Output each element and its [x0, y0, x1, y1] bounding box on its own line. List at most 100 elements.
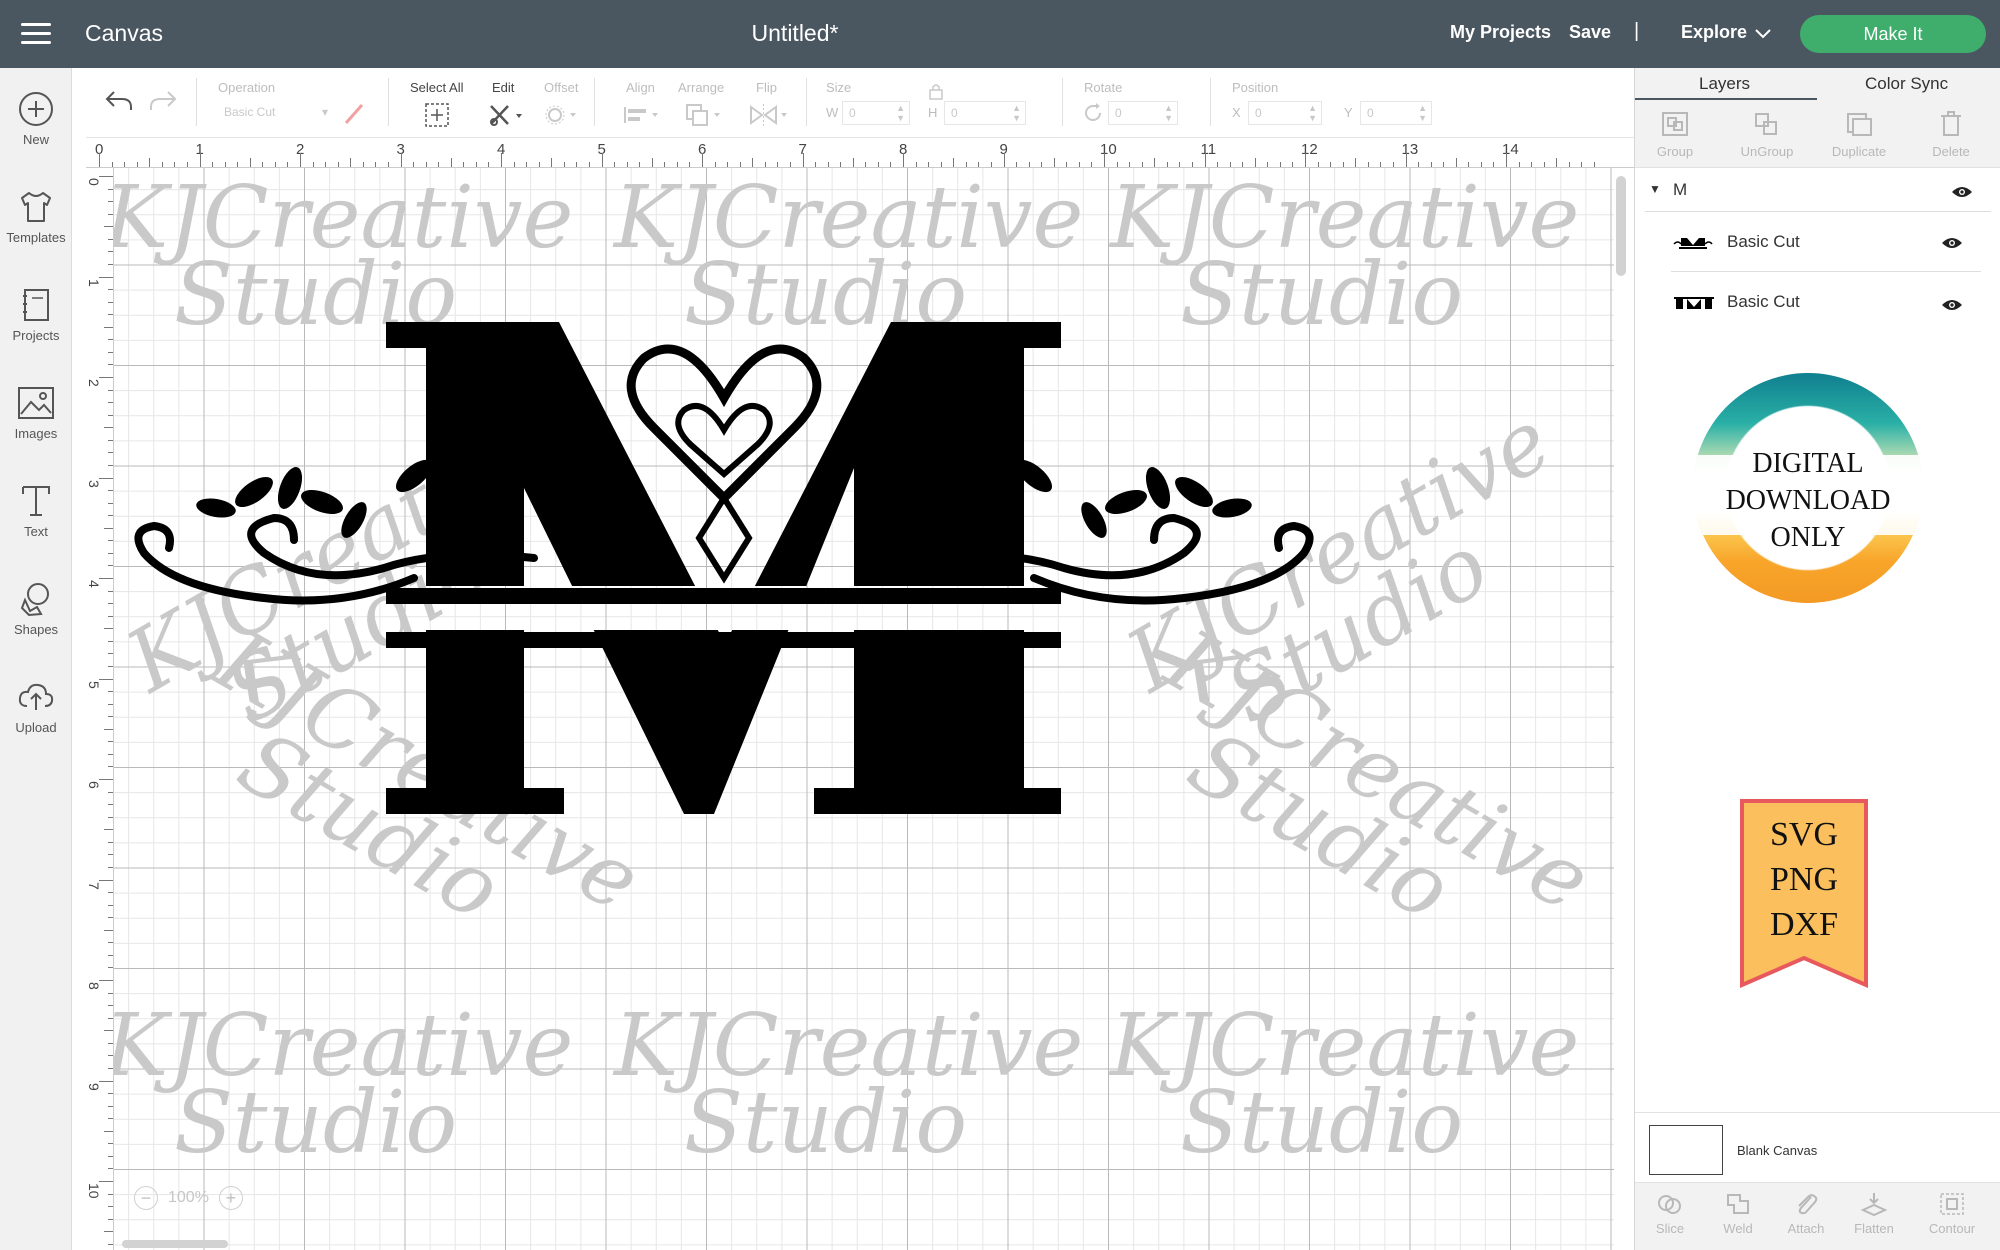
ruler-tick	[1367, 162, 1369, 167]
zoom-in-button[interactable]: +	[218, 1186, 243, 1210]
delete-button[interactable]: Delete	[1911, 100, 1991, 159]
split-monogram-artwork[interactable]	[114, 168, 1614, 1250]
ruler-tick	[108, 1055, 113, 1057]
sidebar-item-upload[interactable]: Upload	[0, 678, 72, 764]
align-icon[interactable]	[622, 104, 662, 126]
duplicate-button[interactable]: Duplicate	[1819, 100, 1899, 159]
ruler-tick	[108, 703, 113, 705]
eye-icon[interactable]	[1941, 236, 1963, 250]
flatten-button[interactable]: Flatten	[1839, 1183, 1909, 1236]
pen-color-icon[interactable]	[342, 100, 366, 126]
flip-icon[interactable]	[748, 102, 792, 128]
stepper-icon: ▲ ▼	[1418, 103, 1427, 123]
ruler-tick	[764, 162, 766, 167]
layer-row[interactable]: Basic Cut	[1671, 274, 1981, 332]
sidebar-item-images[interactable]: Images	[0, 384, 72, 470]
sidebar-item-projects[interactable]: Projects	[0, 286, 72, 372]
design-canvas[interactable]: KJCreative Studio KJCreative Studio KJCrea…	[114, 168, 1614, 1250]
explore-menu[interactable]: Explore	[1681, 22, 1747, 43]
offset-label: Offset	[544, 80, 579, 95]
attach-label: Attach	[1787, 1221, 1825, 1236]
group-button[interactable]: Group	[1635, 100, 1715, 159]
ruler-tick	[108, 854, 113, 856]
ruler-tick	[877, 162, 879, 167]
undo-icon[interactable]	[104, 88, 134, 114]
sidebar-item-new[interactable]: New	[0, 90, 72, 176]
my-projects-link[interactable]: My Projects	[1450, 22, 1551, 43]
split-bar-top	[386, 588, 1061, 604]
rotate-icon[interactable]	[1082, 102, 1104, 124]
contour-icon	[1940, 1193, 1964, 1215]
attach-button[interactable]: Attach	[1771, 1183, 1841, 1236]
y-input[interactable]: 0 ▲ ▼	[1360, 101, 1432, 125]
chevron-down-icon[interactable]	[1753, 24, 1773, 44]
sidebar-item-shapes[interactable]: Shapes	[0, 580, 72, 666]
ruler-tick	[1191, 162, 1193, 167]
contour-button[interactable]: Contour	[1917, 1183, 1987, 1236]
ruler-label: 9	[86, 1082, 102, 1091]
slice-button[interactable]: Slice	[1635, 1183, 1705, 1236]
offset-icon[interactable]	[544, 104, 582, 126]
layer-name: Basic Cut	[1727, 292, 1800, 311]
rotate-input[interactable]: 0 ▲ ▼	[1108, 101, 1178, 125]
layer-group-row[interactable]: ▼ M	[1645, 172, 1991, 212]
operation-select[interactable]: Basic Cut ▾	[218, 101, 334, 125]
ruler-tick	[104, 427, 113, 429]
layer-row[interactable]: Basic Cut	[1671, 214, 1981, 272]
ruler-tick	[108, 502, 113, 504]
ruler-tick	[1581, 162, 1583, 167]
lock-icon[interactable]	[928, 82, 944, 100]
zoom-out-button[interactable]: −	[134, 1186, 158, 1210]
ruler-tick	[425, 162, 427, 167]
operation-label: Operation	[218, 80, 276, 95]
weld-button[interactable]: Weld	[1703, 1183, 1773, 1236]
vertical-scrollbar[interactable]	[1616, 176, 1626, 276]
ungroup-button[interactable]: UnGroup	[1727, 100, 1807, 159]
make-it-button[interactable]: Make It	[1800, 15, 1986, 53]
ruler-label: 12	[1301, 141, 1318, 158]
tab-color-sync[interactable]: Color Sync	[1865, 74, 1948, 94]
x-input[interactable]: 0 ▲ ▼	[1248, 101, 1322, 125]
horizontal-scrollbar[interactable]	[122, 1240, 228, 1248]
shapes-icon	[20, 583, 49, 617]
arrange-icon[interactable]	[684, 102, 724, 128]
ruler-tick	[104, 1130, 113, 1132]
ruler-tick	[915, 162, 917, 167]
align-label: Align	[626, 80, 655, 95]
select-all-icon[interactable]	[424, 102, 450, 128]
ruler-tick	[108, 389, 113, 391]
eye-icon[interactable]	[1951, 185, 1973, 199]
height-input[interactable]: 0 ▲ ▼	[944, 101, 1026, 125]
stepper-icon: ▲ ▼	[1308, 103, 1317, 123]
ruler-tick	[1279, 162, 1281, 167]
save-button[interactable]: Save	[1569, 22, 1611, 43]
sidebar-item-text[interactable]: Text	[0, 482, 72, 568]
ruler-tick	[1141, 162, 1143, 167]
ruler-tick	[108, 314, 113, 316]
ruler-tick	[237, 162, 239, 167]
ruler-tick	[99, 980, 113, 981]
tab-layers[interactable]: Layers	[1699, 74, 1750, 94]
ruler-tick	[224, 162, 226, 167]
ruler-tick	[1204, 153, 1206, 167]
ruler-tick	[108, 1143, 113, 1145]
ruler-tick	[526, 162, 528, 167]
zoom-level: 100%	[168, 1189, 209, 1206]
redo-icon[interactable]	[148, 88, 178, 114]
ruler-tick	[1028, 162, 1030, 167]
ruler-tick	[108, 439, 113, 441]
blank-canvas-row[interactable]: Blank Canvas	[1635, 1112, 2000, 1182]
eye-icon[interactable]	[1941, 298, 1963, 312]
ruler-tick	[108, 540, 113, 542]
document-title[interactable]: Untitled*	[0, 20, 1590, 47]
ruler-tick	[1179, 162, 1181, 167]
ruler-tick	[940, 162, 942, 167]
caret-down-icon[interactable]: ▼	[1649, 182, 1661, 196]
ruler-tick	[1254, 158, 1256, 167]
sidebar-item-templates[interactable]: Templates	[0, 188, 72, 274]
ruler-tick	[186, 162, 188, 167]
width-input[interactable]: 0 ▲ ▼	[842, 101, 910, 125]
layer-group-name: M	[1673, 180, 1688, 199]
ruler-tick	[475, 162, 477, 167]
edit-tools-icon[interactable]	[488, 102, 526, 128]
